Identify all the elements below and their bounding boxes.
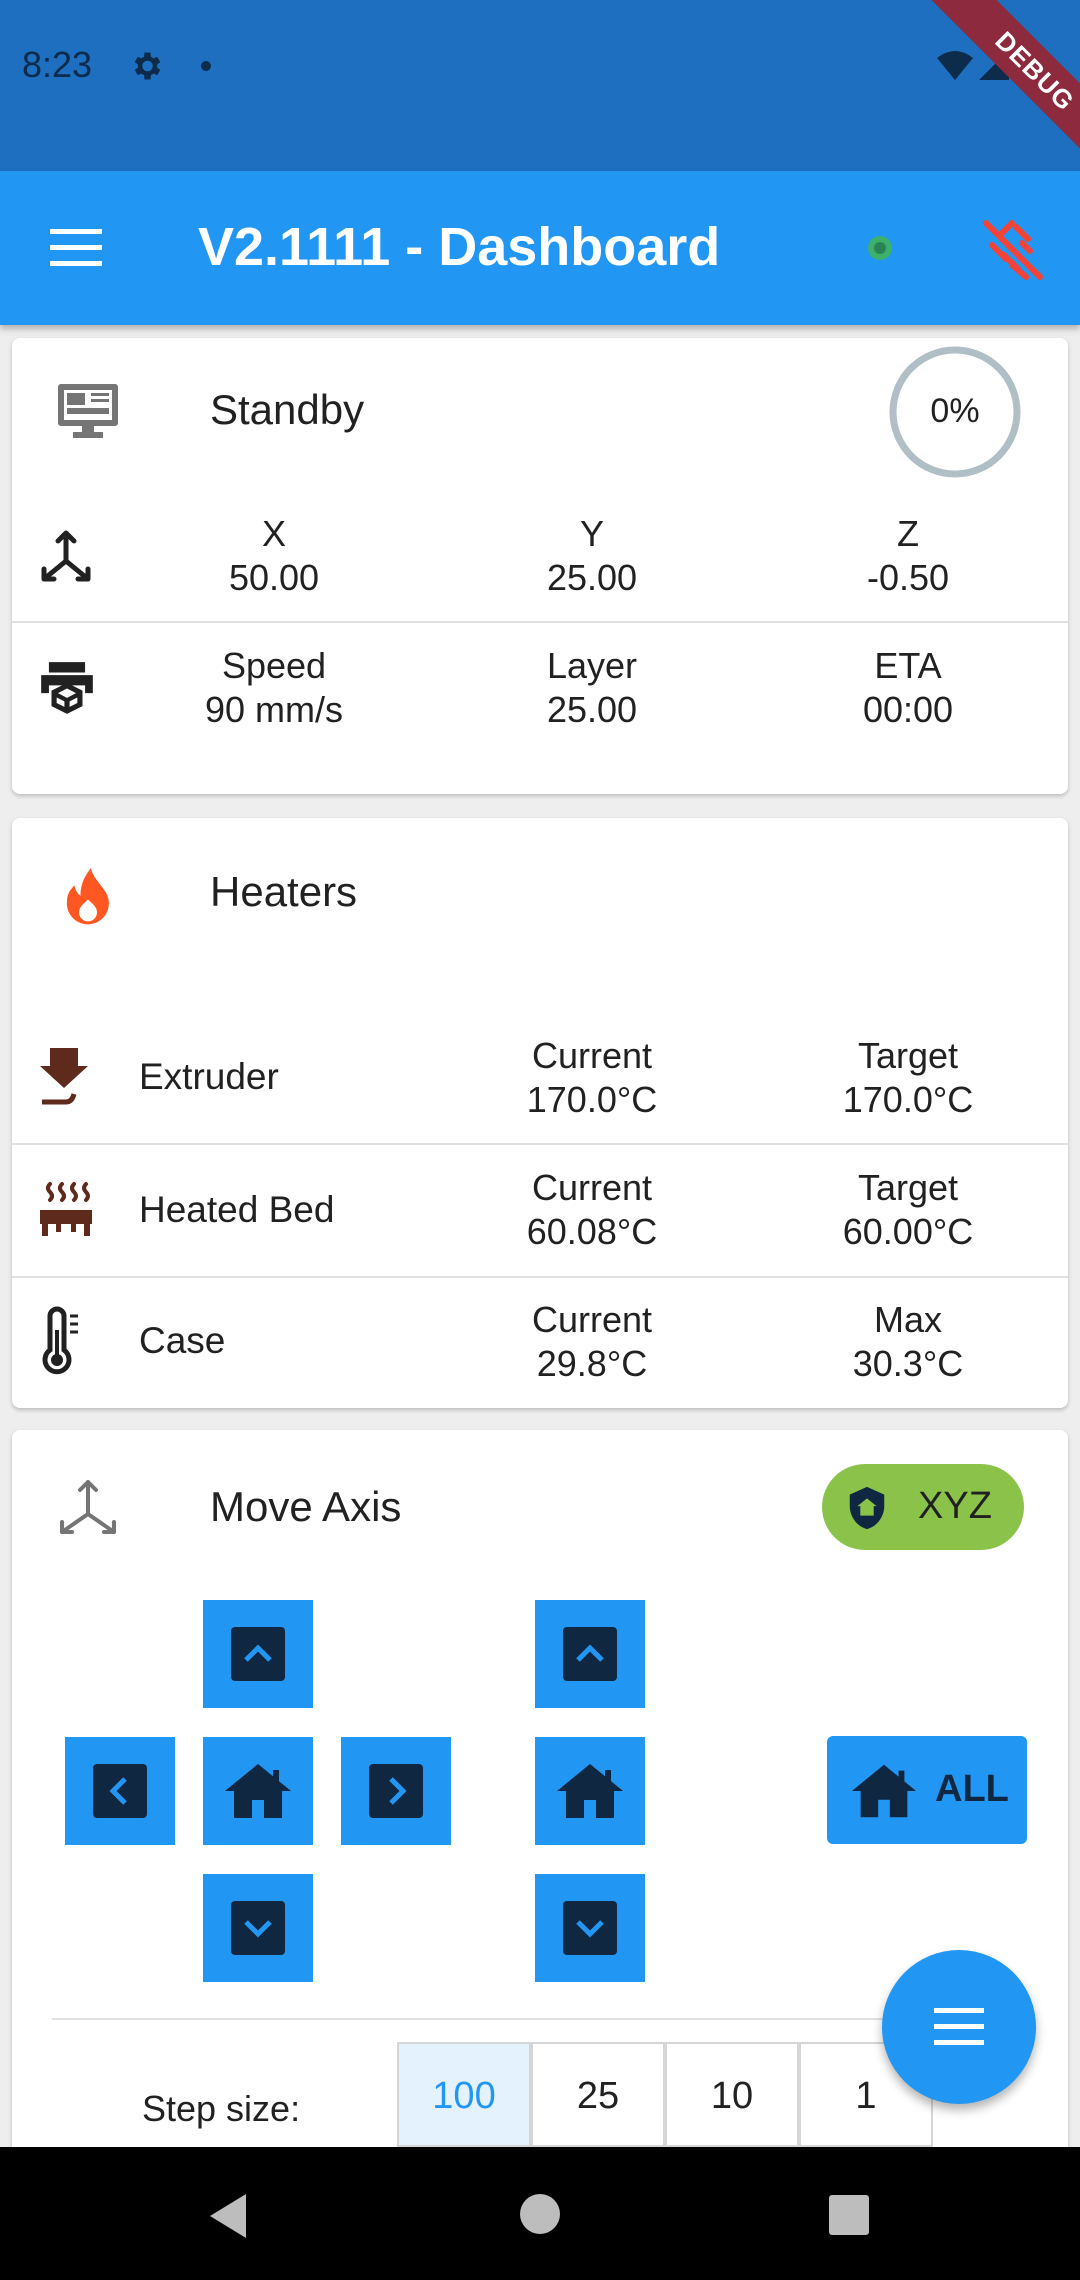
bed-target: Target 60.00°C bbox=[808, 1166, 1008, 1254]
axis-x-label: X bbox=[261, 513, 286, 554]
home-icon bbox=[851, 1764, 917, 1818]
bed-current-value: 60.08°C bbox=[526, 1211, 658, 1252]
job-speed: Speed 90 mm/s bbox=[174, 644, 374, 732]
step-size-25[interactable]: 25 bbox=[531, 2042, 665, 2147]
axis-x-value: 50.00 bbox=[228, 557, 320, 598]
chevron-down-icon bbox=[576, 1920, 604, 1938]
divider bbox=[12, 621, 1068, 623]
jog-y-plus-button[interactable] bbox=[203, 1600, 313, 1708]
thermometer-icon bbox=[42, 1306, 78, 1375]
case-current: Current 29.8°C bbox=[492, 1298, 692, 1386]
move-axis-title: Move Axis bbox=[210, 1483, 402, 1530]
heated-bed-icon bbox=[40, 1182, 92, 1236]
home-nav-icon[interactable] bbox=[518, 2192, 562, 2236]
speed-dial-fab[interactable] bbox=[882, 1950, 1036, 2104]
axis-y-value: 25.00 bbox=[546, 557, 638, 598]
divider bbox=[12, 1143, 1068, 1145]
axis-x: X 50.00 bbox=[174, 512, 374, 600]
chevron-up-icon bbox=[576, 1644, 604, 1662]
heater-name-extruder: Extruder bbox=[139, 1056, 279, 1097]
extruder-current: Current 170.0°C bbox=[492, 1034, 692, 1122]
extruder-target: Target 170.0°C bbox=[808, 1034, 1008, 1122]
job-layer: Layer 25.00 bbox=[492, 644, 692, 732]
step-size-10[interactable]: 10 bbox=[665, 2042, 799, 2147]
extruder-icon bbox=[40, 1048, 88, 1105]
page-title: V2.1111 - Dashboard bbox=[198, 217, 721, 277]
homed-axes-text: XYZ bbox=[918, 1485, 992, 1527]
extruder-current-value: 170.0°C bbox=[526, 1079, 658, 1120]
axis-z-value: -0.50 bbox=[866, 557, 950, 598]
monitor-dashboard-icon bbox=[58, 384, 118, 438]
case-max: Max 30.3°C bbox=[808, 1298, 1008, 1386]
divider bbox=[12, 1276, 1068, 1278]
chevron-up-icon bbox=[244, 1644, 272, 1662]
move-axis-icon bbox=[60, 1480, 116, 1534]
heater-name-bed: Heated Bed bbox=[139, 1189, 335, 1230]
home-xy-button[interactable] bbox=[203, 1737, 313, 1845]
home-all-label: ALL bbox=[935, 1768, 1009, 1810]
axis-icon bbox=[41, 530, 91, 582]
connection-status-dot bbox=[868, 236, 892, 260]
disconnected-icon[interactable] bbox=[978, 215, 1048, 285]
jog-z-plus-button[interactable] bbox=[535, 1600, 645, 1708]
home-icon bbox=[557, 1764, 623, 1818]
bed-current: Current 60.08°C bbox=[492, 1166, 692, 1254]
case-current-value: 29.8°C bbox=[536, 1343, 648, 1384]
chevron-right-icon bbox=[389, 1777, 407, 1805]
status-bar bbox=[0, 0, 1080, 171]
home-icon bbox=[225, 1764, 291, 1818]
extruder-current-label: Current bbox=[531, 1035, 653, 1076]
jog-x-plus-button[interactable] bbox=[341, 1737, 451, 1845]
job-speed-value: 90 mm/s bbox=[204, 689, 344, 730]
fire-icon bbox=[66, 868, 109, 925]
print-progress-text: 0% bbox=[930, 392, 980, 430]
job-layer-value: 25.00 bbox=[546, 689, 638, 730]
printer-3d-icon bbox=[41, 662, 93, 714]
bed-current-label: Current bbox=[531, 1167, 653, 1208]
printer-state-label: Standby bbox=[210, 386, 365, 433]
job-eta-value: 00:00 bbox=[862, 689, 954, 730]
back-icon[interactable] bbox=[204, 2190, 252, 2242]
status-time: 8:23 bbox=[22, 44, 93, 85]
extruder-target-label: Target bbox=[857, 1035, 959, 1076]
recents-icon[interactable] bbox=[828, 2194, 870, 2236]
axis-z-label: Z bbox=[897, 513, 919, 554]
job-eta: ETA 00:00 bbox=[808, 644, 1008, 732]
jog-z-minus-button[interactable] bbox=[535, 1874, 645, 1982]
bed-target-label: Target bbox=[857, 1167, 959, 1208]
heaters-title: Heaters bbox=[210, 868, 358, 915]
menu-icon[interactable] bbox=[42, 221, 112, 275]
home-z-button[interactable] bbox=[535, 1737, 645, 1845]
chevron-left-icon bbox=[109, 1777, 127, 1805]
jog-x-minus-button[interactable] bbox=[65, 1737, 175, 1845]
shield-home-icon bbox=[849, 1486, 885, 1530]
chevron-down-icon bbox=[244, 1920, 272, 1938]
notification-dot bbox=[201, 61, 211, 71]
jog-y-minus-button[interactable] bbox=[203, 1874, 313, 1982]
case-current-label: Current bbox=[531, 1299, 653, 1340]
job-eta-label: ETA bbox=[874, 645, 942, 686]
job-layer-label: Layer bbox=[546, 645, 638, 686]
menu-icon bbox=[934, 2008, 984, 2045]
axis-z: Z -0.50 bbox=[808, 512, 1008, 600]
job-speed-label: Speed bbox=[221, 645, 327, 686]
axis-y-label: Y bbox=[579, 513, 604, 554]
extruder-target-value: 170.0°C bbox=[842, 1079, 974, 1120]
step-size-label: Step size: bbox=[142, 2088, 301, 2129]
step-size-100[interactable]: 100 bbox=[397, 2042, 531, 2147]
axis-y: Y 25.00 bbox=[492, 512, 692, 600]
case-max-value: 30.3°C bbox=[852, 1343, 964, 1384]
bed-target-value: 60.00°C bbox=[842, 1211, 974, 1252]
settings-icon bbox=[134, 52, 161, 80]
case-max-label: Max bbox=[873, 1299, 942, 1340]
heater-name-case: Case bbox=[139, 1320, 226, 1361]
